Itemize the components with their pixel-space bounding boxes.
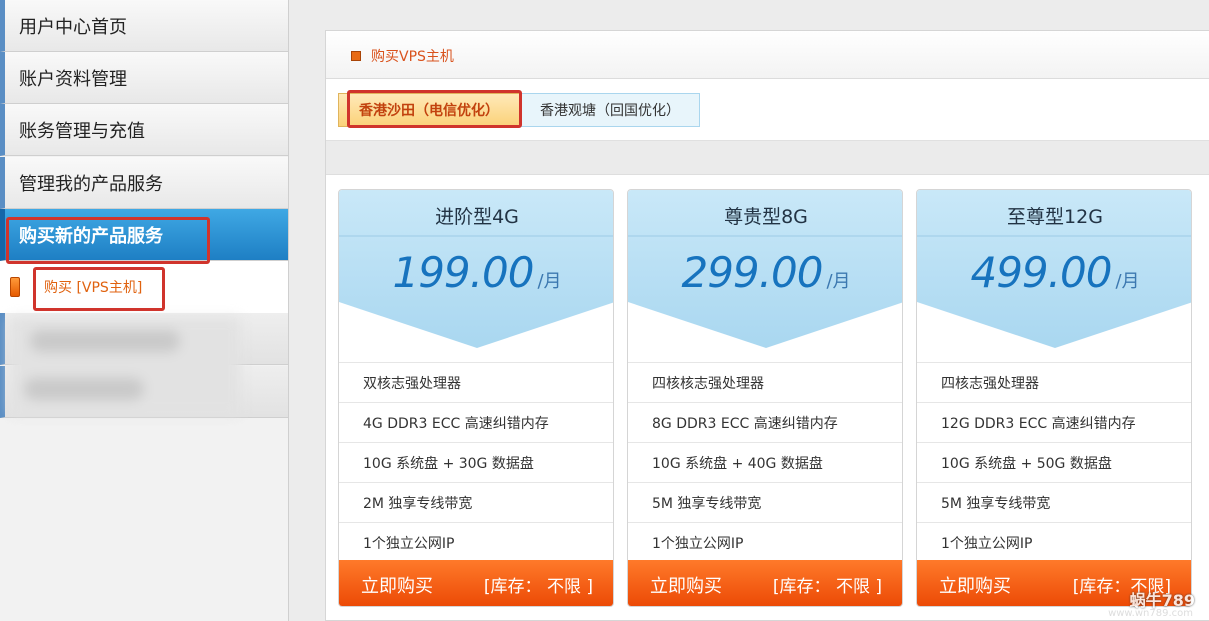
price-value: 199.00 <box>392 248 534 297</box>
feature-item: 2M 独享专线带宽 <box>339 482 613 522</box>
subitem-marker-icon <box>10 277 20 297</box>
price-unit: /月 <box>1115 271 1140 292</box>
header-square-icon <box>351 51 361 61</box>
product-card-4g: 进阶型4G 199.00/月 双核志强处理器 4G DDR3 ECC 高速纠错内… <box>338 189 614 607</box>
stock-status: [库存： 不限 ] <box>772 577 882 597</box>
product-name: 尊贵型8G <box>724 206 808 228</box>
product-price: 299.00/月 <box>628 248 902 297</box>
product-price: 499.00/月 <box>917 248 1191 297</box>
feature-item: 1个独立公网IP <box>339 522 613 562</box>
sidebar-item-label: 账户资料管理 <box>19 68 127 90</box>
tab-label: 香港观塘（回国优化） <box>540 103 680 119</box>
price-unit: /月 <box>826 271 851 292</box>
sidebar-item-label: 用户中心首页 <box>19 16 127 38</box>
sidebar-item-manage-products[interactable]: 管理我的产品服务 <box>0 157 288 209</box>
buy-now-button[interactable]: 立即购买 <box>361 572 433 598</box>
sidebar-item-label: 账务管理与充值 <box>19 120 145 142</box>
region-tabs: 香港沙田（电信优化） 香港观塘（回国优化） <box>326 79 1209 141</box>
watermark-url: www.wn789.com <box>1108 608 1193 619</box>
buy-vps-link[interactable]: 购买 [VPS主机] <box>44 277 142 297</box>
card-price-header: 至尊型12G 499.00/月 <box>917 190 1191 350</box>
gray-band <box>326 141 1209 175</box>
sidebar-subitem-buy-vps: 购买 [VPS主机] <box>0 261 288 313</box>
feature-item: 双核志强处理器 <box>339 362 613 402</box>
price-value: 299.00 <box>681 248 823 297</box>
stock-status: [库存： 不限 ] <box>483 577 593 597</box>
price-value: 499.00 <box>970 248 1112 297</box>
price-unit: /月 <box>537 271 562 292</box>
sidebar-item-buy-products[interactable]: 购买新的产品服务 <box>0 209 288 261</box>
buy-now-button[interactable]: 立即购买 <box>650 572 722 598</box>
sidebar-item-billing-recharge[interactable]: 账务管理与充值 <box>0 104 288 156</box>
feature-item: 1个独立公网IP <box>917 522 1191 562</box>
feature-item: 1个独立公网IP <box>628 522 902 562</box>
card-footer: 立即购买 [库存： 不限 ] <box>628 560 902 606</box>
product-card-8g: 尊贵型8G 299.00/月 四核核志强处理器 8G DDR3 ECC 高速纠错… <box>627 189 903 607</box>
product-name: 至尊型12G <box>1007 206 1103 228</box>
main-panel: 购买VPS主机 香港沙田（电信优化） 香港观塘（回国优化） 进阶型4G 199.… <box>325 30 1209 621</box>
product-card-12g: 至尊型12G 499.00/月 四核志强处理器 12G DDR3 ECC 高速纠… <box>916 189 1192 607</box>
feature-item: 12G DDR3 ECC 高速纠错内存 <box>917 402 1191 442</box>
sidebar-item-account-profile[interactable]: 账户资料管理 <box>0 52 288 104</box>
sidebar-item-label: 管理我的产品服务 <box>19 173 163 195</box>
product-price: 199.00/月 <box>339 248 613 297</box>
card-price-header: 尊贵型8G 299.00/月 <box>628 190 902 350</box>
page-title: 购买VPS主机 <box>371 49 454 65</box>
blurred-region <box>10 318 240 414</box>
feature-item: 5M 独享专线带宽 <box>917 482 1191 522</box>
feature-item: 10G 系统盘 + 50G 数据盘 <box>917 442 1191 482</box>
panel-header: 购买VPS主机 <box>326 31 1209 79</box>
sidebar-item-user-center-home[interactable]: 用户中心首页 <box>0 0 288 52</box>
feature-item: 四核核志强处理器 <box>628 362 902 402</box>
card-footer: 立即购买 [库存： 不限 ] <box>339 560 613 606</box>
buy-now-button[interactable]: 立即购买 <box>939 572 1011 598</box>
feature-item: 10G 系统盘 + 30G 数据盘 <box>339 442 613 482</box>
tab-hk-kwuntong[interactable]: 香港观塘（回国优化） <box>520 93 700 127</box>
tab-hk-shatin[interactable]: 香港沙田（电信优化） <box>338 93 520 127</box>
feature-item: 8G DDR3 ECC 高速纠错内存 <box>628 402 902 442</box>
feature-item: 10G 系统盘 + 40G 数据盘 <box>628 442 902 482</box>
feature-item: 5M 独享专线带宽 <box>628 482 902 522</box>
product-name: 进阶型4G <box>435 206 519 228</box>
feature-item: 4G DDR3 ECC 高速纠错内存 <box>339 402 613 442</box>
sidebar-item-label: 购买新的产品服务 <box>19 225 163 247</box>
sidebar: 用户中心首页 账户资料管理 账务管理与充值 管理我的产品服务 购买新的产品服务 … <box>0 0 289 621</box>
tab-label: 香港沙田（电信优化） <box>359 103 499 119</box>
card-price-header: 进阶型4G 199.00/月 <box>339 190 613 350</box>
feature-item: 四核志强处理器 <box>917 362 1191 402</box>
